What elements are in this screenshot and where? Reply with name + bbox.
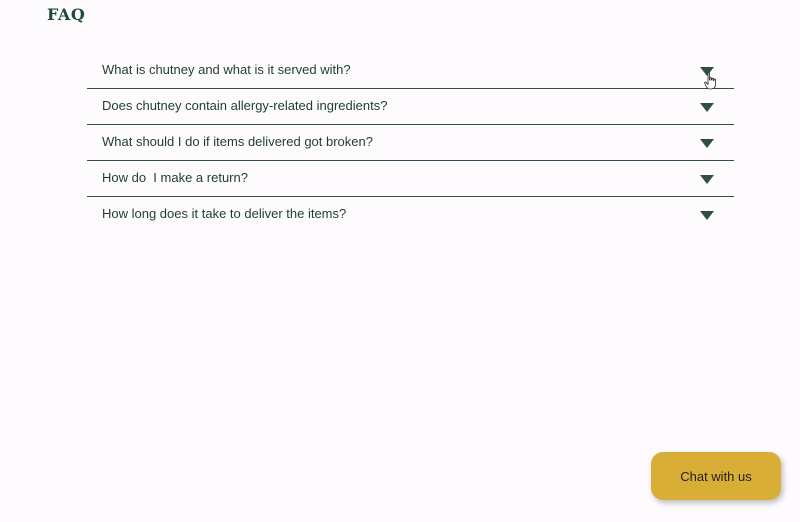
- chevron-down-icon[interactable]: [700, 139, 714, 148]
- faq-question: How long does it take to deliver the ite…: [102, 206, 347, 221]
- faq-item-chutney[interactable]: What is chutney and what is it served wi…: [87, 53, 734, 89]
- faq-question: How do I make a return?: [102, 170, 248, 185]
- faq-item-allergy[interactable]: Does chutney contain allergy-related ing…: [87, 89, 734, 125]
- faq-item-delivery[interactable]: How long does it take to deliver the ite…: [87, 197, 734, 232]
- faq-question: Does chutney contain allergy-related ing…: [102, 98, 388, 113]
- page-title: FAQ: [47, 5, 86, 24]
- chevron-down-icon[interactable]: [700, 211, 714, 220]
- faq-item-return[interactable]: How do I make a return?: [87, 161, 734, 197]
- faq-item-broken[interactable]: What should I do if items delivered got …: [87, 125, 734, 161]
- chevron-down-icon[interactable]: [700, 175, 714, 184]
- faq-list: What is chutney and what is it served wi…: [87, 53, 734, 232]
- chat-with-us-button[interactable]: Chat with us: [651, 452, 781, 500]
- faq-question: What is chutney and what is it served wi…: [102, 62, 351, 77]
- chevron-down-icon[interactable]: [700, 103, 714, 112]
- chevron-down-icon[interactable]: [700, 67, 714, 76]
- faq-question: What should I do if items delivered got …: [102, 134, 373, 149]
